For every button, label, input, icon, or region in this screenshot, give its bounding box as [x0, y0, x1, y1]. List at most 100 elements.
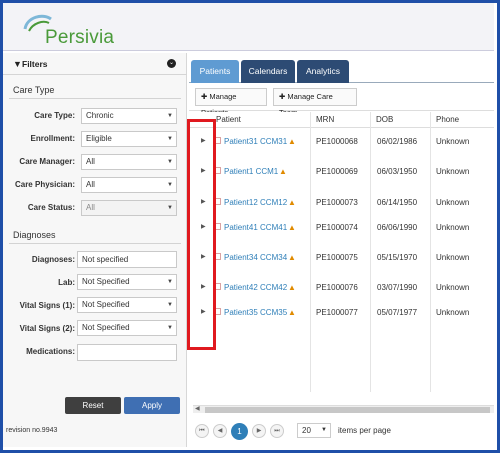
scroll-left-icon[interactable]: ◀ [195, 405, 200, 412]
enrollment-label: Enrollment: [30, 134, 75, 143]
column-divider [430, 112, 431, 392]
care-manager-label: Care Manager: [19, 157, 75, 166]
care-status-label: Care Status: [27, 203, 75, 212]
care-physician-label: Care Physician: [14, 180, 75, 189]
warning-icon: ▲ [288, 283, 296, 292]
prev-page-icon[interactable]: ◀ [213, 424, 227, 438]
page-size-select[interactable]: 20 ▼ [297, 423, 331, 438]
manage-care-team-button[interactable]: ✚ Manage Care Team [273, 88, 357, 117]
col-header-phone[interactable]: Phone [436, 115, 459, 124]
patient-link[interactable]: Patient34 CCM34 [224, 253, 287, 262]
tab-analytics[interactable]: Analytics [297, 60, 349, 83]
col-header-mrn[interactable]: MRN [316, 115, 334, 124]
care-status-value: All [86, 203, 95, 212]
patient-link[interactable]: Patient31 CCM31 [224, 137, 287, 146]
warning-icon: ▲ [288, 308, 296, 317]
warning-icon: ▲ [288, 137, 296, 146]
items-per-page-label: items per page [338, 426, 391, 435]
phone-cell: Unknown [436, 283, 470, 292]
col-header-dob[interactable]: DOB [376, 115, 393, 124]
manage-patients-button[interactable]: ✚ Manage Patients [195, 88, 267, 117]
dropdown-arrow-icon: ▼ [167, 279, 173, 285]
col-header-patient[interactable]: Patient [216, 115, 241, 124]
patient-link[interactable]: Patient35 CCM35 [224, 308, 287, 317]
tab-calendars[interactable]: Calendars [241, 60, 295, 83]
current-page[interactable]: 1 [231, 423, 248, 440]
care-type-select[interactable]: Chronic ▼ [81, 108, 177, 124]
vital-signs-2-select[interactable]: Not Specified ▼ [77, 320, 177, 336]
care-manager-select[interactable]: All ▼ [81, 154, 177, 170]
diagnoses-label: Diagnoses: [31, 255, 75, 264]
funnel-icon: ▼ [13, 59, 22, 69]
care-physician-select[interactable]: All ▼ [81, 177, 177, 193]
mrn-cell: PE1000068 [316, 137, 358, 146]
app-header: Persivia [3, 3, 494, 51]
patient-link[interactable]: Patient42 CCM42 [224, 283, 287, 292]
highlight-box [187, 119, 216, 350]
section-divider [9, 98, 181, 99]
vital-signs-1-select[interactable]: Not Specified ▼ [77, 297, 177, 313]
warning-icon: ▲ [288, 253, 296, 262]
dob-cell: 06/14/1950 [377, 198, 418, 207]
vital-signs-2-label: Vital Signs (2): [19, 324, 75, 333]
mrn-cell: PE1000075 [316, 253, 358, 262]
dob-cell: 05/07/1977 [377, 308, 418, 317]
tab-patients[interactable]: Patients [191, 60, 239, 83]
warning-icon: ▲ [288, 198, 296, 207]
revision-number: revision no.9943 [6, 427, 58, 434]
scrollbar-thumb[interactable] [205, 407, 490, 413]
mrn-cell: PE1000073 [316, 198, 358, 207]
care-type-section-title: Care Type [13, 85, 55, 95]
dob-cell: 06/03/1950 [377, 167, 418, 176]
vital-signs-1-label: Vital Signs (1): [19, 301, 75, 310]
diagnoses-field[interactable]: Not specified [77, 251, 177, 268]
dropdown-arrow-icon: ▼ [167, 136, 173, 142]
lab-label: Lab: [58, 278, 75, 287]
phone-cell: Unknown [436, 308, 470, 317]
main-panel: Patients Calendars Analytics ✚ Manage Pa… [189, 53, 494, 447]
grid-header: Patient MRN DOB Phone [189, 112, 494, 128]
persivia-logo[interactable]: Persivia [21, 11, 141, 48]
dropdown-arrow-icon: ▼ [167, 205, 173, 211]
chevron-down-icon[interactable]: ⌄ [167, 59, 176, 68]
column-divider [310, 112, 311, 392]
dropdown-arrow-icon: ▼ [167, 182, 173, 188]
last-page-icon[interactable]: ⏭ [270, 424, 284, 438]
patient-link[interactable]: Patient1 CCM1 [224, 167, 278, 176]
column-divider [370, 112, 371, 392]
dropdown-arrow-icon: ▼ [167, 113, 173, 119]
vital-signs-1-value: Not Specified [82, 300, 130, 309]
horizontal-scrollbar[interactable]: ◀ [193, 405, 494, 413]
grid-toolbar: ✚ Manage Patients ✚ Manage Care Team [189, 84, 494, 117]
dob-cell: 05/15/1970 [377, 253, 418, 262]
pager: ⏮ ◀ 1 ▶ ⏭ 20 ▼ items per page [189, 415, 494, 443]
dropdown-arrow-icon: ▼ [321, 427, 327, 433]
reset-button[interactable]: Reset [65, 397, 121, 414]
apply-button[interactable]: Apply [124, 397, 180, 414]
care-type-value: Chronic [86, 111, 114, 120]
filters-title: Filters [22, 59, 48, 69]
phone-cell: Unknown [436, 198, 470, 207]
care-type-label: Care Type: [34, 111, 75, 120]
patient-link[interactable]: Patient41 CCM41 [224, 223, 287, 232]
enrollment-value: Eligible [86, 134, 112, 143]
enrollment-select[interactable]: Eligible ▼ [81, 131, 177, 147]
next-page-icon[interactable]: ▶ [252, 424, 266, 438]
page-size-value: 20 [302, 426, 311, 435]
dropdown-arrow-icon: ▼ [167, 325, 173, 331]
first-page-icon[interactable]: ⏮ [195, 424, 209, 438]
phone-cell: Unknown [436, 137, 470, 146]
medications-field[interactable] [77, 344, 177, 361]
lab-select[interactable]: Not Specified ▼ [77, 274, 177, 290]
phone-cell: Unknown [436, 167, 470, 176]
filters-header[interactable]: ▼ Filters ⌄ [3, 53, 187, 75]
filters-sidebar: ▼ Filters ⌄ Care Type Care Type: Chronic… [3, 53, 187, 447]
patient-link[interactable]: Patient12 CCM12 [224, 198, 287, 207]
mrn-cell: PE1000077 [316, 308, 358, 317]
lab-value: Not Specified [82, 277, 130, 286]
logo-text: Persivia [45, 27, 115, 48]
phone-cell: Unknown [436, 253, 470, 262]
care-status-select[interactable]: All ▼ [81, 200, 177, 216]
dropdown-arrow-icon: ▼ [167, 159, 173, 165]
section-divider [9, 243, 181, 244]
